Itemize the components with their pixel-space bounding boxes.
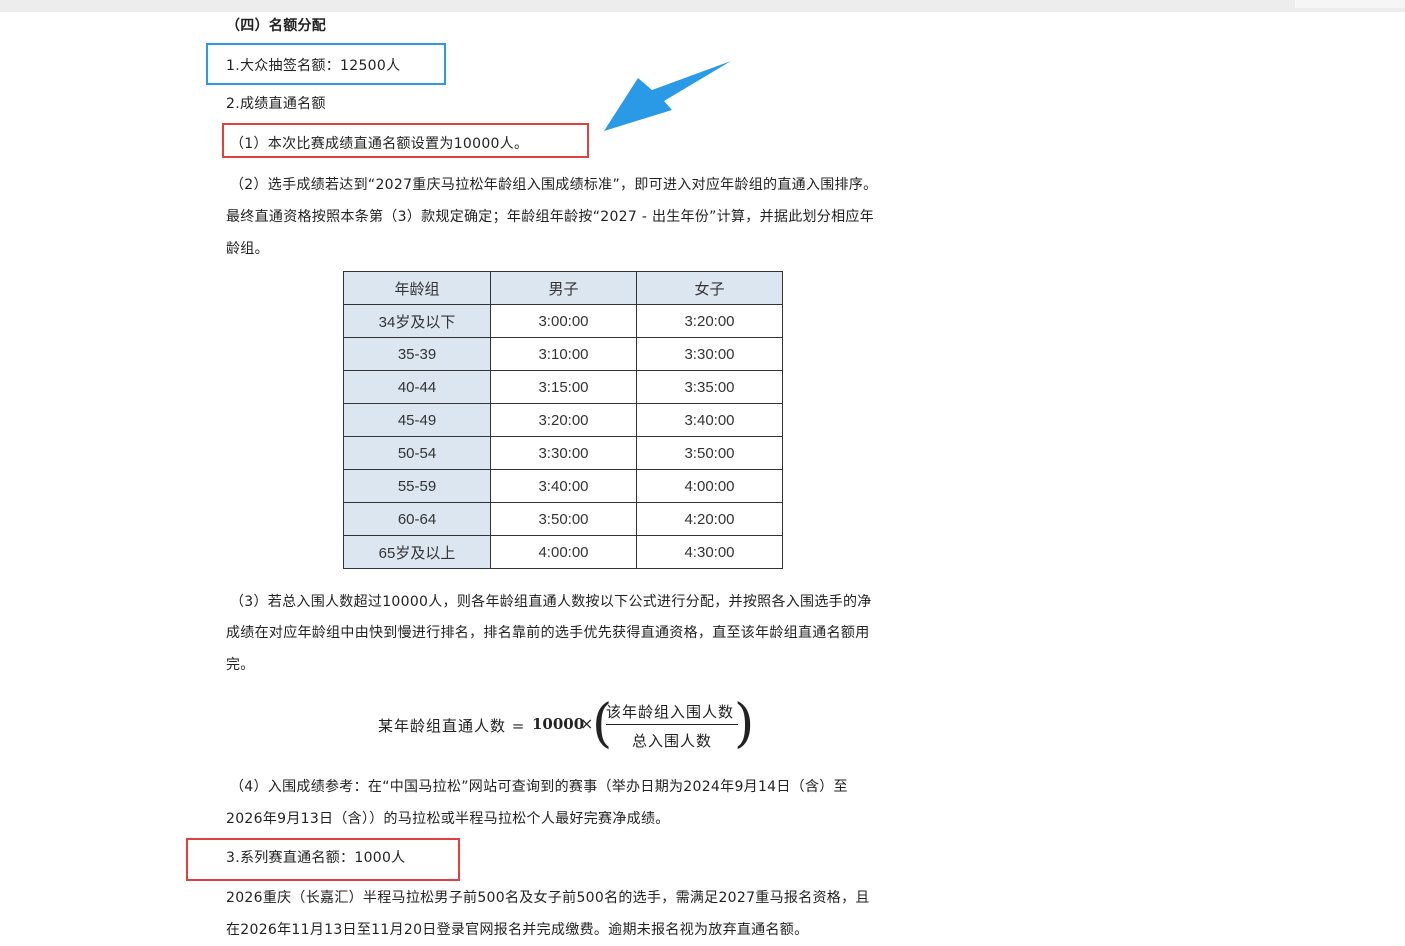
formula-lhs: 某年龄组直通人数 = <box>378 717 526 735</box>
allocation-formula: 某年龄组直通人数 = 10000 × ( 该年龄组入围人数 总入围人数 ) <box>378 696 758 754</box>
female-time-cell: 3:30:00 <box>636 337 783 371</box>
female-time-cell: 3:20:00 <box>636 304 783 338</box>
male-time-cell: 3:40:00 <box>490 469 637 503</box>
item-2-1-text: （1）本次比赛成绩直通名额设置为10000人。 <box>230 136 529 152</box>
male-time-cell: 4:00:00 <box>490 535 637 569</box>
column-header-male: 男子 <box>490 271 637 305</box>
male-time-cell: 3:20:00 <box>490 403 637 437</box>
female-time-cell: 4:00:00 <box>636 469 783 503</box>
female-time-cell: 3:35:00 <box>636 370 783 404</box>
item-2-4-line-2: 2026年9月13日（含））的马拉松或半程马拉松个人最好完赛净成绩。 <box>226 811 670 827</box>
table-row: 35-39 3:10:00 3:30:00 <box>343 337 783 371</box>
item-2-4-line-1: （4）入围成绩参考：在“中国马拉松”网站可查询到的赛事（举办日期为2024年9月… <box>230 779 848 795</box>
item-1-lottery-quota: 1.大众抽签名额：12500人 <box>226 58 401 74</box>
age-group-cell: 35-39 <box>343 337 491 371</box>
top-strip-tab <box>1295 0 1405 8</box>
item-2-2-line-3: 龄组。 <box>226 241 269 257</box>
table-header-row: 年龄组 男子 女子 <box>343 271 783 305</box>
age-group-cell: 34岁及以下 <box>343 304 491 338</box>
female-time-cell: 4:30:00 <box>636 535 783 569</box>
pointer-arrow-icon <box>604 61 731 131</box>
female-time-cell: 3:50:00 <box>636 436 783 470</box>
formula-number: 10000 <box>532 715 585 733</box>
male-time-cell: 3:15:00 <box>490 370 637 404</box>
age-group-cell: 60-64 <box>343 502 491 536</box>
item-2-heading: 2.成绩直通名额 <box>226 96 326 112</box>
item-3-line-2: 在2026年11月13日至11月20日登录官网报名并完成缴费。逾期未报名视为放弃… <box>226 922 809 938</box>
formula-right-paren: ) <box>734 694 755 754</box>
item-2-2-line-2: 最终直通资格按照本条第（3）款规定确定；年龄组年龄按“2027 - 出生年份”计… <box>226 209 874 225</box>
table-row: 60-64 3:50:00 4:20:00 <box>343 502 783 536</box>
male-time-cell: 3:50:00 <box>490 502 637 536</box>
age-group-cell: 50-54 <box>343 436 491 470</box>
section-heading: （四）名额分配 <box>226 18 327 34</box>
male-time-cell: 3:30:00 <box>490 436 637 470</box>
male-time-cell: 3:00:00 <box>490 304 637 338</box>
female-time-cell: 3:40:00 <box>636 403 783 437</box>
item-2-3-line-3: 完。 <box>226 657 255 673</box>
browser-top-strip <box>0 0 1405 12</box>
table-row: 45-49 3:20:00 3:40:00 <box>343 403 783 437</box>
item-2-2-line-1: （2）选手成绩若达到“2027重庆马拉松年龄组入围成绩标准”，即可进入对应年龄组… <box>230 177 878 193</box>
age-group-cell: 45-49 <box>343 403 491 437</box>
item-3-line-1: 2026重庆（长嘉汇）半程马拉松男子前500名及女子前500名的选手，需满足20… <box>226 890 870 906</box>
table-row: 65岁及以上 4:00:00 4:30:00 <box>343 535 783 569</box>
female-time-cell: 4:20:00 <box>636 502 783 536</box>
formula-fraction-bar <box>606 724 738 725</box>
table-row: 50-54 3:30:00 3:50:00 <box>343 436 783 470</box>
column-header-female: 女子 <box>636 271 783 305</box>
table-row: 40-44 3:15:00 3:35:00 <box>343 370 783 404</box>
age-group-standard-table: 年龄组 男子 女子 34岁及以下 3:00:00 3:20:00 35-39 3… <box>343 271 783 569</box>
item-3-series-quota: 3.系列赛直通名额：1000人 <box>226 850 406 866</box>
table-row: 34岁及以下 3:00:00 3:20:00 <box>343 304 783 338</box>
table-row: 55-59 3:40:00 4:00:00 <box>343 469 783 503</box>
age-group-cell: 40-44 <box>343 370 491 404</box>
item-2-3-line-1: （3）若总入围人数超过10000人，则各年龄组直通人数按以下公式进行分配，并按照… <box>230 594 872 610</box>
age-group-cell: 55-59 <box>343 469 491 503</box>
formula-numerator: 该年龄组入围人数 <box>606 703 735 721</box>
male-time-cell: 3:10:00 <box>490 337 637 371</box>
age-group-cell: 65岁及以上 <box>343 535 491 569</box>
formula-denominator: 总入围人数 <box>632 732 713 750</box>
item-2-3-line-2: 成绩在对应年龄组中由快到慢进行排名，排名靠前的选手优先获得直通资格，直至该年龄组… <box>226 625 870 641</box>
column-header-age-group: 年龄组 <box>343 271 491 305</box>
